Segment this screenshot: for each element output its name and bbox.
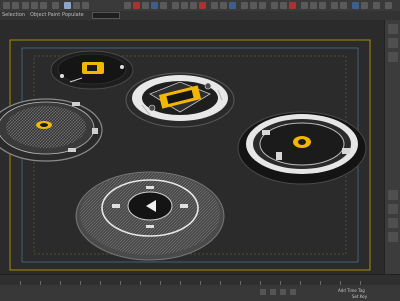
select-filter-icon[interactable] xyxy=(52,2,59,9)
rotate-icon[interactable] xyxy=(133,2,140,9)
spinner-snap-icon[interactable] xyxy=(199,2,206,9)
isolate-icon[interactable] xyxy=(280,289,286,295)
tab-selection[interactable]: Selection xyxy=(2,12,25,19)
bind-icon[interactable] xyxy=(40,2,47,9)
pivot-icon[interactable] xyxy=(160,2,167,9)
tab-populate[interactable]: Populate xyxy=(62,12,84,19)
link-icon[interactable] xyxy=(22,2,29,9)
rectangle-select-icon[interactable] xyxy=(82,2,89,9)
add-time-tag-label[interactable]: Add Time Tag xyxy=(338,288,365,293)
dial-center[interactable] xyxy=(125,72,235,128)
tool-icon-7[interactable] xyxy=(361,2,368,9)
selection-set-dropdown[interactable] xyxy=(92,12,120,19)
panel-icon-b[interactable] xyxy=(388,204,398,214)
tool-icon-6[interactable] xyxy=(352,2,359,9)
command-panel-strip xyxy=(384,20,400,274)
percent-snap-icon[interactable] xyxy=(190,2,197,9)
panel-icon-c[interactable] xyxy=(388,218,398,228)
curve-editor-icon[interactable] xyxy=(241,2,248,9)
dial-right[interactable] xyxy=(237,111,367,185)
key-filter-icon[interactable] xyxy=(270,289,276,295)
tab-object-paint[interactable]: Object Paint xyxy=(30,12,60,19)
tool-icon-8[interactable] xyxy=(373,2,380,9)
tool-icon-5[interactable] xyxy=(340,2,347,9)
status-bar: Add Time Tag Set Key xyxy=(0,274,400,301)
panel-icon-a[interactable] xyxy=(388,190,398,200)
timeline-track[interactable] xyxy=(0,275,400,285)
render-frame-icon[interactable] xyxy=(280,2,287,9)
select-by-name-icon[interactable] xyxy=(73,2,80,9)
create-tab-icon[interactable] xyxy=(388,24,398,34)
dial-bottom-large[interactable] xyxy=(75,171,225,261)
scale-icon[interactable] xyxy=(142,2,149,9)
snap-icon[interactable] xyxy=(172,2,179,9)
perspective-viewport[interactable] xyxy=(0,20,384,274)
viewport-canvas xyxy=(0,39,371,271)
tool-icon-3[interactable] xyxy=(319,2,326,9)
tool-icon-1[interactable] xyxy=(301,2,308,9)
select-object-icon[interactable] xyxy=(64,2,71,9)
reference-coord-icon[interactable] xyxy=(151,2,158,9)
angle-snap-icon[interactable] xyxy=(181,2,188,9)
move-icon[interactable] xyxy=(124,2,131,9)
tool-icon-9[interactable] xyxy=(385,2,392,9)
schematic-icon[interactable] xyxy=(250,2,257,9)
dial-left-hatched[interactable] xyxy=(0,98,103,162)
layer-icon[interactable] xyxy=(229,2,236,9)
material-editor-icon[interactable] xyxy=(259,2,266,9)
modify-tab-icon[interactable] xyxy=(388,38,398,48)
align-icon[interactable] xyxy=(220,2,227,9)
undo-icon[interactable] xyxy=(3,2,10,9)
tool-icon-4[interactable] xyxy=(331,2,338,9)
render-icon[interactable] xyxy=(289,2,296,9)
hierarchy-tab-icon[interactable] xyxy=(388,52,398,62)
mirror-icon[interactable] xyxy=(211,2,218,9)
render-setup-icon[interactable] xyxy=(271,2,278,9)
redo-icon[interactable] xyxy=(12,2,19,9)
lock-icon[interactable] xyxy=(260,289,266,295)
panel-icon-d[interactable] xyxy=(388,232,398,242)
absolute-mode-icon[interactable] xyxy=(290,289,296,295)
set-key-label[interactable]: Set Key xyxy=(352,294,367,299)
unlink-icon[interactable] xyxy=(31,2,38,9)
tool-icon-2[interactable] xyxy=(310,2,317,9)
dial-top-small[interactable] xyxy=(50,50,134,90)
